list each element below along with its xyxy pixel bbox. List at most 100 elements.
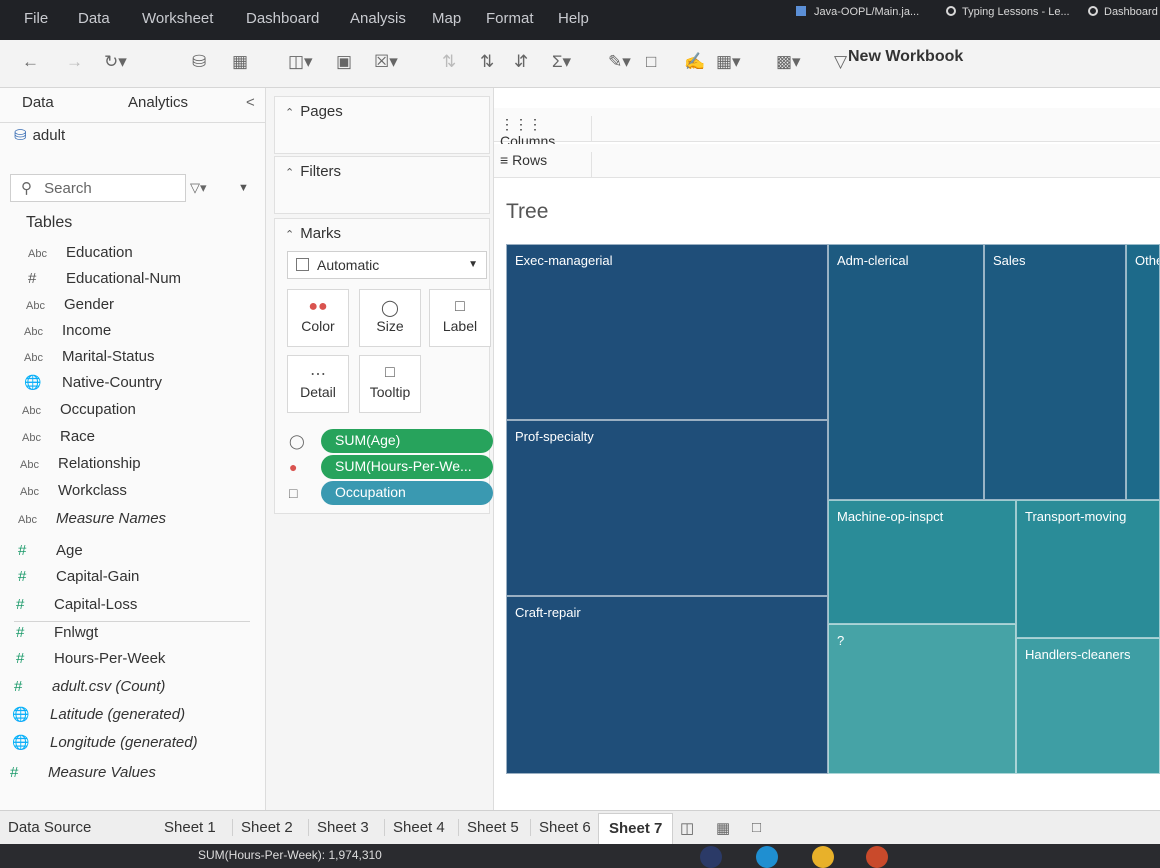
- tile-sales[interactable]: Sales: [984, 244, 1126, 500]
- mark-type-select[interactable]: Automatic ▼: [287, 251, 487, 279]
- forward-icon[interactable]: →: [66, 52, 83, 72]
- swap-icon[interactable]: ⇅: [442, 52, 456, 72]
- collapse-pane-icon[interactable]: <: [246, 94, 255, 111]
- marks-title: Marks: [300, 225, 342, 242]
- pause-icon[interactable]: ▦: [232, 52, 248, 72]
- duplicate-icon[interactable]: ▣: [336, 52, 352, 72]
- chevron-down-icon[interactable]: ▼: [238, 182, 249, 194]
- tile-craft-repair[interactable]: Craft-repair: [506, 596, 828, 774]
- highlight-icon[interactable]: ✎▾: [608, 52, 631, 72]
- rows-shelf[interactable]: ≡ Rows: [494, 144, 1160, 178]
- sheet-tab-7[interactable]: Sheet 7: [598, 813, 674, 845]
- tile-unknown[interactable]: ?: [828, 624, 1016, 774]
- field-relationship[interactable]: Abc Relationship: [20, 455, 141, 472]
- menu-file[interactable]: File: [24, 10, 48, 27]
- filters-card[interactable]: ⌃ Filters: [274, 156, 490, 214]
- tile-other[interactable]: Other: [1126, 244, 1160, 500]
- field-record-count[interactable]: # adult.csv (Count): [14, 678, 165, 695]
- pill-size-age[interactable]: SUM(Age): [321, 429, 493, 453]
- back-icon[interactable]: ←: [22, 52, 39, 72]
- field-educational-num[interactable]: # Educational-Num: [28, 270, 181, 287]
- field-fnlwgt[interactable]: # Fnlwgt: [16, 624, 98, 641]
- tile-exec-managerial[interactable]: Exec-managerial: [506, 244, 828, 420]
- sort-ascending-icon[interactable]: ⇅: [480, 52, 494, 72]
- window-tab-typing[interactable]: Typing Lessons - Le...: [946, 6, 1070, 18]
- tooltip-button[interactable]: □ Tooltip: [359, 355, 421, 413]
- search-input[interactable]: ⚲ Search: [10, 174, 186, 202]
- field-hours-per-week[interactable]: # Hours-Per-Week: [16, 650, 165, 667]
- data-pane: Data Analytics < ⛁ adult ⚲ Search ▽▾ ▼ Ta…: [0, 88, 266, 810]
- field-marital-status[interactable]: Abc Marital-Status: [24, 348, 155, 365]
- sheet-tab-6[interactable]: Sheet 6: [530, 819, 591, 836]
- tile-transport-moving[interactable]: Transport-moving: [1016, 500, 1160, 638]
- menu-map[interactable]: Map: [432, 10, 461, 27]
- field-measure-names[interactable]: Abc Measure Names: [18, 510, 166, 527]
- totals-icon[interactable]: Σ▾: [552, 52, 571, 72]
- sheet-tab-1[interactable]: Sheet 1: [156, 819, 216, 836]
- label-icon[interactable]: □: [646, 52, 656, 72]
- new-dashboard-icon[interactable]: ▦: [716, 819, 730, 837]
- chevron-up-icon[interactable]: ⌃: [285, 107, 294, 119]
- field-education[interactable]: Abc Education: [28, 244, 133, 261]
- pill-color-hours[interactable]: SUM(Hours-Per-We...: [321, 455, 493, 479]
- field-age[interactable]: # Age: [18, 542, 83, 559]
- new-story-icon[interactable]: □: [752, 819, 761, 836]
- menu-worksheet[interactable]: Worksheet: [142, 10, 213, 27]
- color-icon: ●●: [308, 298, 328, 315]
- size-button[interactable]: ◯ Size: [359, 289, 421, 347]
- pill-label-occupation[interactable]: Occupation: [321, 481, 493, 505]
- chrome-icon[interactable]: [812, 846, 834, 868]
- field-latitude[interactable]: 🌐 Latitude (generated): [12, 706, 185, 723]
- field-workclass[interactable]: Abc Workclass: [20, 482, 127, 499]
- field-measure-values[interactable]: # Measure Values: [10, 764, 156, 781]
- fit-icon[interactable]: ▦▾: [716, 52, 741, 72]
- redo-icon[interactable]: ↻▾: [104, 52, 127, 72]
- tile-prof-specialty[interactable]: Prof-specialty: [506, 420, 828, 596]
- field-gender[interactable]: Abc Gender: [26, 296, 114, 313]
- tab-analytics[interactable]: Analytics: [128, 94, 188, 111]
- menu-dashboard[interactable]: Dashboard: [246, 10, 319, 27]
- columns-shelf[interactable]: ⋮⋮⋮ Columns: [494, 108, 1160, 149]
- field-native-country[interactable]: 🌐 Native-Country: [24, 374, 162, 391]
- java-icon[interactable]: [866, 846, 888, 868]
- tile-machine-op-inspct[interactable]: Machine-op-inspct: [828, 500, 1016, 624]
- field-income[interactable]: Abc Income: [24, 322, 111, 339]
- field-capital-gain[interactable]: # Capital-Gain: [18, 568, 139, 585]
- tile-adm-clerical[interactable]: Adm-clerical: [828, 244, 984, 500]
- menu-help[interactable]: Help: [558, 10, 589, 27]
- label-button[interactable]: □ Label: [429, 289, 491, 347]
- detail-button[interactable]: ⋯ Detail: [287, 355, 349, 413]
- menu-format[interactable]: Format: [486, 10, 534, 27]
- new-worksheet-icon[interactable]: ◫: [680, 819, 694, 837]
- edge-icon[interactable]: [756, 846, 778, 868]
- present-icon[interactable]: ▽: [834, 52, 847, 72]
- tab-data[interactable]: Data: [22, 94, 54, 111]
- show-me-icon[interactable]: ▩▾: [776, 52, 801, 72]
- menu-analysis[interactable]: Analysis: [350, 10, 406, 27]
- pages-card[interactable]: ⌃ Pages: [274, 96, 490, 154]
- chevron-up-icon[interactable]: ⌃: [285, 229, 294, 241]
- field-race[interactable]: Abc Race: [22, 428, 95, 445]
- new-sheet-icon[interactable]: ◫▾: [288, 52, 313, 72]
- field-occupation[interactable]: Abc Occupation: [22, 401, 136, 418]
- new-datasource-icon[interactable]: ⛁: [192, 52, 206, 72]
- window-tab-dashboard[interactable]: Dashboard: [1088, 6, 1158, 18]
- sheet-tab-4[interactable]: Sheet 4: [384, 819, 445, 836]
- sheet-tab-5[interactable]: Sheet 5: [458, 819, 519, 836]
- sheet-tab-2[interactable]: Sheet 2: [232, 819, 293, 836]
- clear-icon[interactable]: ☒▾: [374, 52, 398, 72]
- menu-data[interactable]: Data: [78, 10, 110, 27]
- color-button[interactable]: ●● Color: [287, 289, 349, 347]
- datasource-item[interactable]: ⛁ adult: [14, 126, 65, 144]
- sheet-tab-3[interactable]: Sheet 3: [308, 819, 369, 836]
- filter-icon[interactable]: ▽▾: [190, 180, 207, 196]
- tile-handlers-cleaners[interactable]: Handlers-cleaners: [1016, 638, 1160, 774]
- field-capital-loss[interactable]: # Capital-Loss: [16, 596, 137, 613]
- field-longitude[interactable]: 🌐 Longitude (generated): [12, 734, 198, 751]
- chevron-up-icon[interactable]: ⌃: [285, 167, 294, 179]
- app-icon[interactable]: [700, 846, 722, 868]
- window-tab-java[interactable]: Java-OOPL/Main.ja...: [796, 6, 919, 18]
- sort-descending-icon[interactable]: ⇵: [514, 52, 528, 72]
- data-source-tab[interactable]: Data Source: [8, 819, 91, 836]
- annotate-icon[interactable]: ✍: [684, 52, 705, 72]
